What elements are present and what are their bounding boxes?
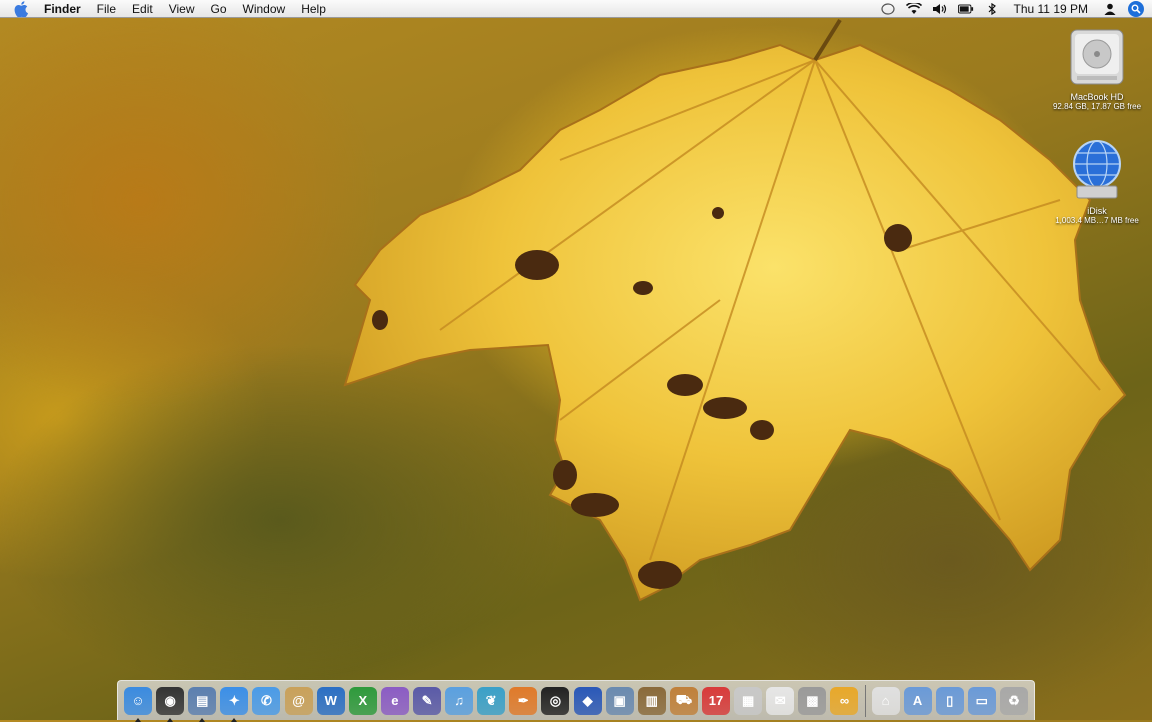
dock-item-applications-folder[interactable]: A <box>903 685 933 717</box>
feather-app-icon: ❦ <box>477 686 506 715</box>
menu-extras: Thu 11 19 PM <box>880 0 1152 17</box>
battery-icon[interactable] <box>957 2 974 16</box>
dock-item-documents-folder[interactable]: ▯ <box>935 685 965 717</box>
dock-item-safari[interactable]: ✦ <box>219 685 249 722</box>
hard-drive-icon <box>1065 24 1129 88</box>
volume-icon[interactable] <box>932 2 948 16</box>
dock-item-itunes[interactable]: ♫ <box>444 685 474 717</box>
dock-item-pages[interactable]: ✒ <box>508 685 538 717</box>
menu-app-finder[interactable]: Finder <box>42 0 89 18</box>
aperture-icon: ◎ <box>541 686 570 715</box>
dock-item-aperture[interactable]: ◎ <box>540 685 570 717</box>
ical-icon: 17 <box>702 686 731 715</box>
apple-icon[interactable] <box>14 0 30 17</box>
user-icon[interactable] <box>1102 2 1118 16</box>
menu-view[interactable]: View <box>161 0 203 18</box>
menu-go[interactable]: Go <box>203 0 235 18</box>
dock-item-textedit[interactable]: ✉ <box>765 685 795 717</box>
dock-item-feather-app[interactable]: ❦ <box>476 685 506 717</box>
desktop-icon-info: 92.84 GB, 17.87 GB free <box>1052 102 1142 111</box>
bluetooth-icon[interactable] <box>984 2 1000 16</box>
trash-icon: ♻ <box>999 686 1028 715</box>
dock-item-preview[interactable]: ▤ <box>187 685 217 722</box>
address-book-icon: @ <box>284 686 313 715</box>
photo-booth-icon: ▥ <box>637 686 666 715</box>
dock-item-finder[interactable]: ☺ <box>123 685 153 722</box>
desktop-icon-label: iDisk <box>1087 206 1107 216</box>
excel-icon: X <box>348 686 377 715</box>
menu-clock[interactable]: Thu 11 19 PM <box>1010 2 1092 16</box>
applications-folder-icon: A <box>903 686 932 715</box>
sync-icon[interactable] <box>880 2 896 16</box>
menu-edit[interactable]: Edit <box>124 0 161 18</box>
dock-item-infinity-app[interactable]: ∞ <box>829 685 859 717</box>
finder-icon: ☺ <box>124 686 153 715</box>
menu-help[interactable]: Help <box>293 0 334 18</box>
textedit-icon: ✉ <box>766 686 795 715</box>
dock-item-ical[interactable]: 17 <box>701 685 731 717</box>
delivery-icon: ⛟ <box>669 686 698 715</box>
dock: ☺ ◉ ▤ ✦ ✆ @ W Xe ✎ ♫ ❦ ✒ ◎ ◆ ▣ ▥ ⛟ 17 ▦ ✉ ▩ ∞ ⌂ A ▯ ▭ ♻ <box>117 680 1035 722</box>
desktop-icon-label: MacBook HD <box>1070 92 1124 102</box>
dock-item-dashboard[interactable]: ◉ <box>155 685 185 722</box>
keynote-icon: ◆ <box>573 686 602 715</box>
dashboard-icon: ◉ <box>156 686 185 715</box>
dock-item-excel[interactable]: X <box>348 685 378 717</box>
preview-icon: ▤ <box>188 686 217 715</box>
dock-item-home-folder[interactable]: ⌂ <box>870 685 900 717</box>
dock-item-delivery[interactable]: ⛟ <box>669 685 699 717</box>
wallpaper-leaf <box>343 18 1127 602</box>
entourage-icon: e <box>380 686 409 715</box>
dock-item-entourage[interactable]: e <box>380 685 410 717</box>
iphoto-icon: ▣ <box>605 686 634 715</box>
pencil-app-icon: ✎ <box>413 686 442 715</box>
calculator-icon: ▩ <box>798 686 827 715</box>
dock-item-iphoto[interactable]: ▣ <box>605 685 635 717</box>
dock-item-calculator[interactable]: ▩ <box>797 685 827 717</box>
desktop-icon-idisk[interactable]: iDisk 1,003.4 MB…7 MB free <box>1042 138 1152 225</box>
dock-item-package[interactable]: ▦ <box>733 685 763 717</box>
dock-item-word[interactable]: W <box>316 685 346 717</box>
pages-icon: ✒ <box>509 686 538 715</box>
documents-folder-icon: ▯ <box>935 686 964 715</box>
menu-bar: Finder File Edit View Go Window Help Thu… <box>0 0 1152 18</box>
dock-item-downloads-folder[interactable]: ▭ <box>967 685 997 717</box>
menu-file[interactable]: File <box>89 0 124 18</box>
home-folder-icon: ⌂ <box>871 686 900 715</box>
ichat-icon: ✆ <box>252 686 281 715</box>
dock-item-keynote[interactable]: ◆ <box>573 685 603 717</box>
idisk-icon <box>1065 138 1129 202</box>
dock-item-pencil-app[interactable]: ✎ <box>412 685 442 717</box>
downloads-folder-icon: ▭ <box>967 686 996 715</box>
itunes-icon: ♫ <box>445 686 474 715</box>
word-icon: W <box>316 686 345 715</box>
safari-icon: ✦ <box>220 686 249 715</box>
desktop-icon-macbook-hd[interactable]: MacBook HD 92.84 GB, 17.87 GB free <box>1042 24 1152 111</box>
dock-separator <box>864 684 866 717</box>
wifi-icon[interactable] <box>905 2 922 16</box>
menu-window[interactable]: Window <box>235 0 294 18</box>
dock-item-photo-booth[interactable]: ▥ <box>637 685 667 717</box>
dock-item-ichat[interactable]: ✆ <box>251 685 281 717</box>
dock-item-address-book[interactable]: @ <box>284 685 314 717</box>
infinity-app-icon: ∞ <box>830 686 859 715</box>
package-icon: ▦ <box>734 686 763 715</box>
desktop-icon-info: 1,003.4 MB…7 MB free <box>1055 216 1139 225</box>
dock-item-trash[interactable]: ♻ <box>999 685 1029 717</box>
spotlight-search-icon[interactable] <box>1128 0 1144 17</box>
